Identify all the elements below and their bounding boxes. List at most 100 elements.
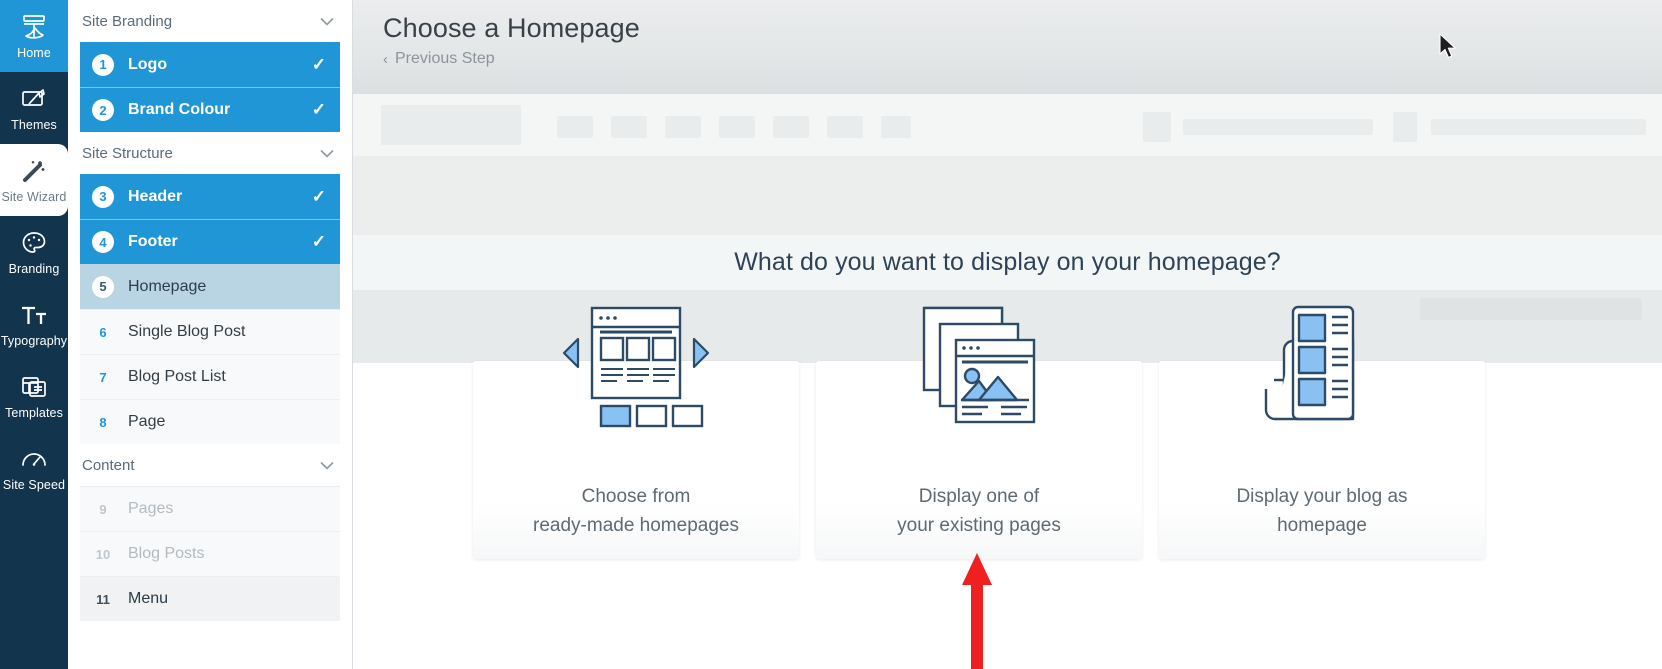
caption-line-1: Choose from	[581, 486, 691, 508]
mouse-cursor-icon	[1438, 33, 1458, 61]
skeleton-text-line	[1183, 119, 1373, 135]
sidebar-step-homepage[interactable]: 5 Homepage	[80, 264, 340, 309]
check-icon: ✓	[311, 54, 326, 74]
typography-tt-icon	[19, 300, 49, 330]
step-label: Header	[128, 187, 183, 205]
rail-item-themes[interactable]: Themes	[0, 72, 68, 144]
step-label: Page	[128, 413, 166, 430]
group-title: Site Branding	[82, 12, 173, 30]
step-label: Blog Posts	[128, 545, 205, 562]
sidebar-step-logo[interactable]: 1 Logo ✓	[80, 42, 340, 87]
sidebar-step-single-blog-post[interactable]: 6 Single Blog Post	[80, 309, 340, 354]
skeleton-nav-item	[611, 116, 647, 138]
templates-icon	[19, 372, 49, 402]
previous-step-label: Previous Step	[395, 50, 495, 68]
homepage-options-zone: Choose from ready-made homepages Display…	[353, 290, 1662, 669]
option-card-caption: Choose from ready-made homepages	[533, 483, 739, 541]
step-number: 2	[92, 99, 114, 121]
rail-item-typography[interactable]: Typography	[0, 288, 68, 360]
step-label: Logo	[128, 55, 168, 73]
rail-item-site-speed[interactable]: Site Speed	[0, 432, 68, 504]
caption-line-2: your existing pages	[897, 515, 1061, 537]
wizard-step-sidebar: Site Branding 1 Logo ✓ 2 Brand Colour ✓ …	[68, 0, 353, 669]
rail-label: Site Wizard	[1, 190, 67, 205]
step-number: 4	[92, 231, 114, 253]
question-bar: What do you want to display on your home…	[353, 235, 1662, 290]
rail-label: Typography	[0, 334, 68, 349]
sidebar-step-brand-colour[interactable]: 2 Brand Colour ✓	[80, 87, 340, 132]
option-card-blog-homepage[interactable]: Display your blog as homepage	[1159, 305, 1485, 559]
caption-line-1: Display your blog as	[1236, 486, 1408, 508]
sidebar-step-blog-post-list[interactable]: 7 Blog Post List	[80, 354, 340, 399]
sidebar-step-header[interactable]: 3 Header ✓	[80, 174, 340, 219]
step-number: 3	[92, 185, 114, 208]
stacked-pages-icon	[816, 302, 1142, 432]
sidebar-step-menu[interactable]: 11 Menu	[80, 576, 340, 621]
skeleton-nav-item	[827, 116, 863, 138]
page-title: Choose a Homepage	[383, 13, 640, 43]
option-card-caption: Display one of your existing pages	[897, 483, 1061, 541]
sidebar-step-pages: 9 Pages	[80, 486, 340, 531]
caption-line-2: homepage	[1277, 515, 1367, 537]
app-root: Home Themes Site Wizard Branding Typogra	[0, 0, 1662, 669]
annotation-red-arrow-up-icon	[959, 551, 995, 669]
step-label: Blog Post List	[128, 368, 226, 385]
rail-label: Themes	[11, 118, 57, 133]
previous-step-link[interactable]: ‹ Previous Step	[383, 50, 495, 68]
step-number: 9	[99, 501, 107, 517]
check-icon: ✓	[311, 100, 326, 119]
chevron-left-icon: ‹	[383, 50, 388, 68]
group-header-content[interactable]: Content	[68, 444, 352, 486]
rail-item-branding[interactable]: Branding	[0, 216, 68, 288]
group-header-site-branding[interactable]: Site Branding	[68, 0, 352, 42]
skeleton-text-line	[1431, 119, 1646, 135]
skeleton-nav-item	[773, 116, 809, 138]
rail-label: Branding	[8, 262, 60, 277]
step-label: Pages	[128, 500, 174, 517]
skeleton-icon-block	[1143, 112, 1171, 142]
question-heading: What do you want to display on your home…	[734, 248, 1281, 276]
step-label: Brand Colour	[128, 101, 231, 118]
option-card-existing-pages[interactable]: Display one of your existing pages	[816, 306, 1142, 559]
themes-brush-icon	[19, 84, 49, 114]
option-card-caption: Display your blog as homepage	[1236, 483, 1407, 541]
step-number: 7	[99, 369, 107, 385]
check-icon: ✓	[311, 186, 326, 206]
homepage-option-cards: Choose from ready-made homepages Display…	[353, 290, 1662, 559]
step-number: 6	[99, 324, 107, 340]
rail-label: Templates	[5, 406, 63, 421]
option-card-ready-made-homepages[interactable]: Choose from ready-made homepages	[473, 306, 799, 559]
main-content-pane: Choose a Homepage ‹ Previous Step What d…	[353, 0, 1662, 669]
page-header: Choose a Homepage ‹ Previous Step	[353, 0, 1662, 94]
chevron-down-icon[interactable]	[320, 149, 334, 158]
step-number: 8	[99, 414, 107, 430]
chevron-down-icon[interactable]	[320, 17, 334, 26]
sidebar-step-page[interactable]: 8 Page	[80, 399, 340, 444]
skeleton-nav-item	[557, 116, 593, 138]
step-label: Homepage	[128, 277, 207, 295]
step-number: 10	[95, 546, 111, 562]
preview-skeleton-toolbar	[353, 94, 1662, 157]
step-number: 5	[92, 275, 114, 298]
chevron-down-icon[interactable]	[320, 461, 334, 470]
rail-item-home[interactable]: Home	[0, 0, 68, 72]
palette-icon	[19, 228, 49, 258]
rail-item-templates[interactable]: Templates	[0, 360, 68, 432]
step-number: 1	[92, 53, 114, 76]
skeleton-nav-item	[665, 116, 701, 138]
preview-skeleton-hero	[353, 157, 1662, 235]
sidebar-step-blog-posts: 10 Blog Posts	[80, 531, 340, 576]
rail-label: Home	[17, 46, 51, 61]
skeleton-logo-block	[381, 105, 521, 145]
rail-item-site-wizard[interactable]: Site Wizard	[0, 144, 68, 216]
group-header-site-structure[interactable]: Site Structure	[68, 132, 352, 174]
step-label: Footer	[128, 233, 178, 250]
primary-icon-rail: Home Themes Site Wizard Branding Typogra	[0, 0, 68, 669]
step-label: Single Blog Post	[128, 323, 246, 340]
caption-line-1: Display one of	[918, 486, 1040, 508]
magic-wand-icon	[19, 156, 49, 186]
sidebar-step-footer[interactable]: 4 Footer ✓	[80, 219, 340, 264]
group-title: Site Structure	[82, 144, 173, 162]
skeleton-nav-item	[881, 116, 911, 138]
speedometer-icon	[19, 444, 49, 474]
